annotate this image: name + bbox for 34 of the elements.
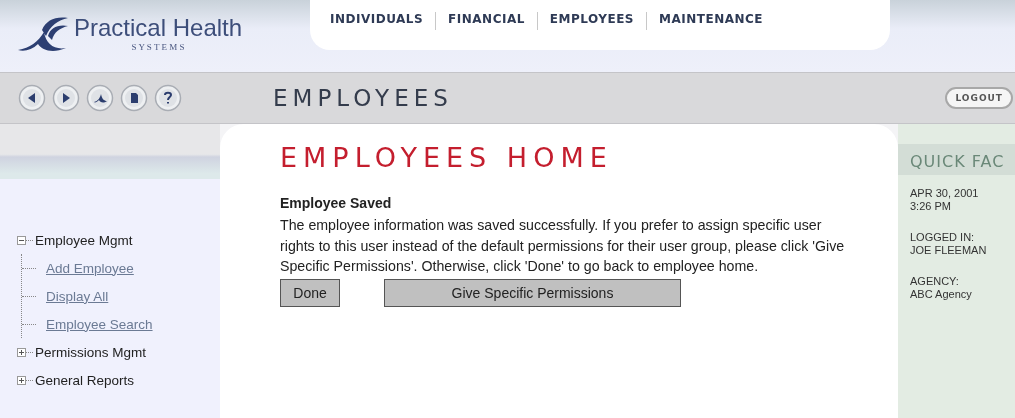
document-icon[interactable]	[120, 84, 148, 112]
action-button[interactable]: Give Specific Permissions	[384, 278, 681, 307]
action-button[interactable]: Done	[280, 278, 340, 307]
page-title: EMPLOYEES HOME	[280, 142, 614, 173]
tree-toggle[interactable]	[17, 375, 26, 385]
back-icon[interactable]	[18, 84, 46, 112]
fact-text: AGENCY:	[910, 275, 960, 288]
tree-link[interactable]: Display All	[46, 288, 109, 304]
tree-toggle[interactable]	[17, 347, 26, 357]
nav-link[interactable]: INDIVIDUALS	[330, 12, 424, 26]
nav-link[interactable]: EMPLOYEES	[549, 12, 634, 26]
tree-item[interactable]: Permissions Mgmt	[35, 344, 147, 360]
quick-facts-title: QUICK FAC	[898, 144, 1015, 175]
tree-item[interactable]: General Reports	[35, 372, 135, 388]
fact-text: LOGGED IN:	[910, 231, 976, 244]
message-text: The employee information was saved successfully. If you prefer to assign specific user rights to this user instead of the default permissions for their user group, please click 'Give Specific Permissions'. Otherwise, click 'Done' to go back to employee home.	[280, 216, 846, 276]
logo-icon[interactable]	[86, 84, 114, 112]
help-icon[interactable]	[154, 84, 182, 112]
nav-link[interactable]: MAINTENANCE	[659, 12, 763, 26]
tree-toggle[interactable]	[17, 235, 26, 245]
fact-text: 3:26 PM	[910, 200, 952, 213]
fact-text: APR 30, 2001	[910, 187, 980, 200]
fact-text: JOE FLEEMAN	[910, 244, 988, 257]
logo-name: Practical Health	[74, 14, 243, 42]
fact-text: ABC Agency	[910, 288, 973, 301]
logo-tagline: S Y S T E M S	[131, 42, 185, 52]
logout-button[interactable]: LOGOUT	[945, 87, 1013, 109]
tree-item[interactable]: Employee Mgmt	[35, 232, 133, 248]
nav-link[interactable]: FINANCIAL	[448, 12, 525, 26]
tree-link[interactable]: Add Employee	[46, 260, 134, 276]
tree-link[interactable]: Employee Search	[46, 316, 153, 332]
message-heading: Employee Saved	[280, 195, 393, 211]
section-title: EMPLOYEES	[273, 85, 454, 111]
forward-icon[interactable]	[52, 84, 80, 112]
